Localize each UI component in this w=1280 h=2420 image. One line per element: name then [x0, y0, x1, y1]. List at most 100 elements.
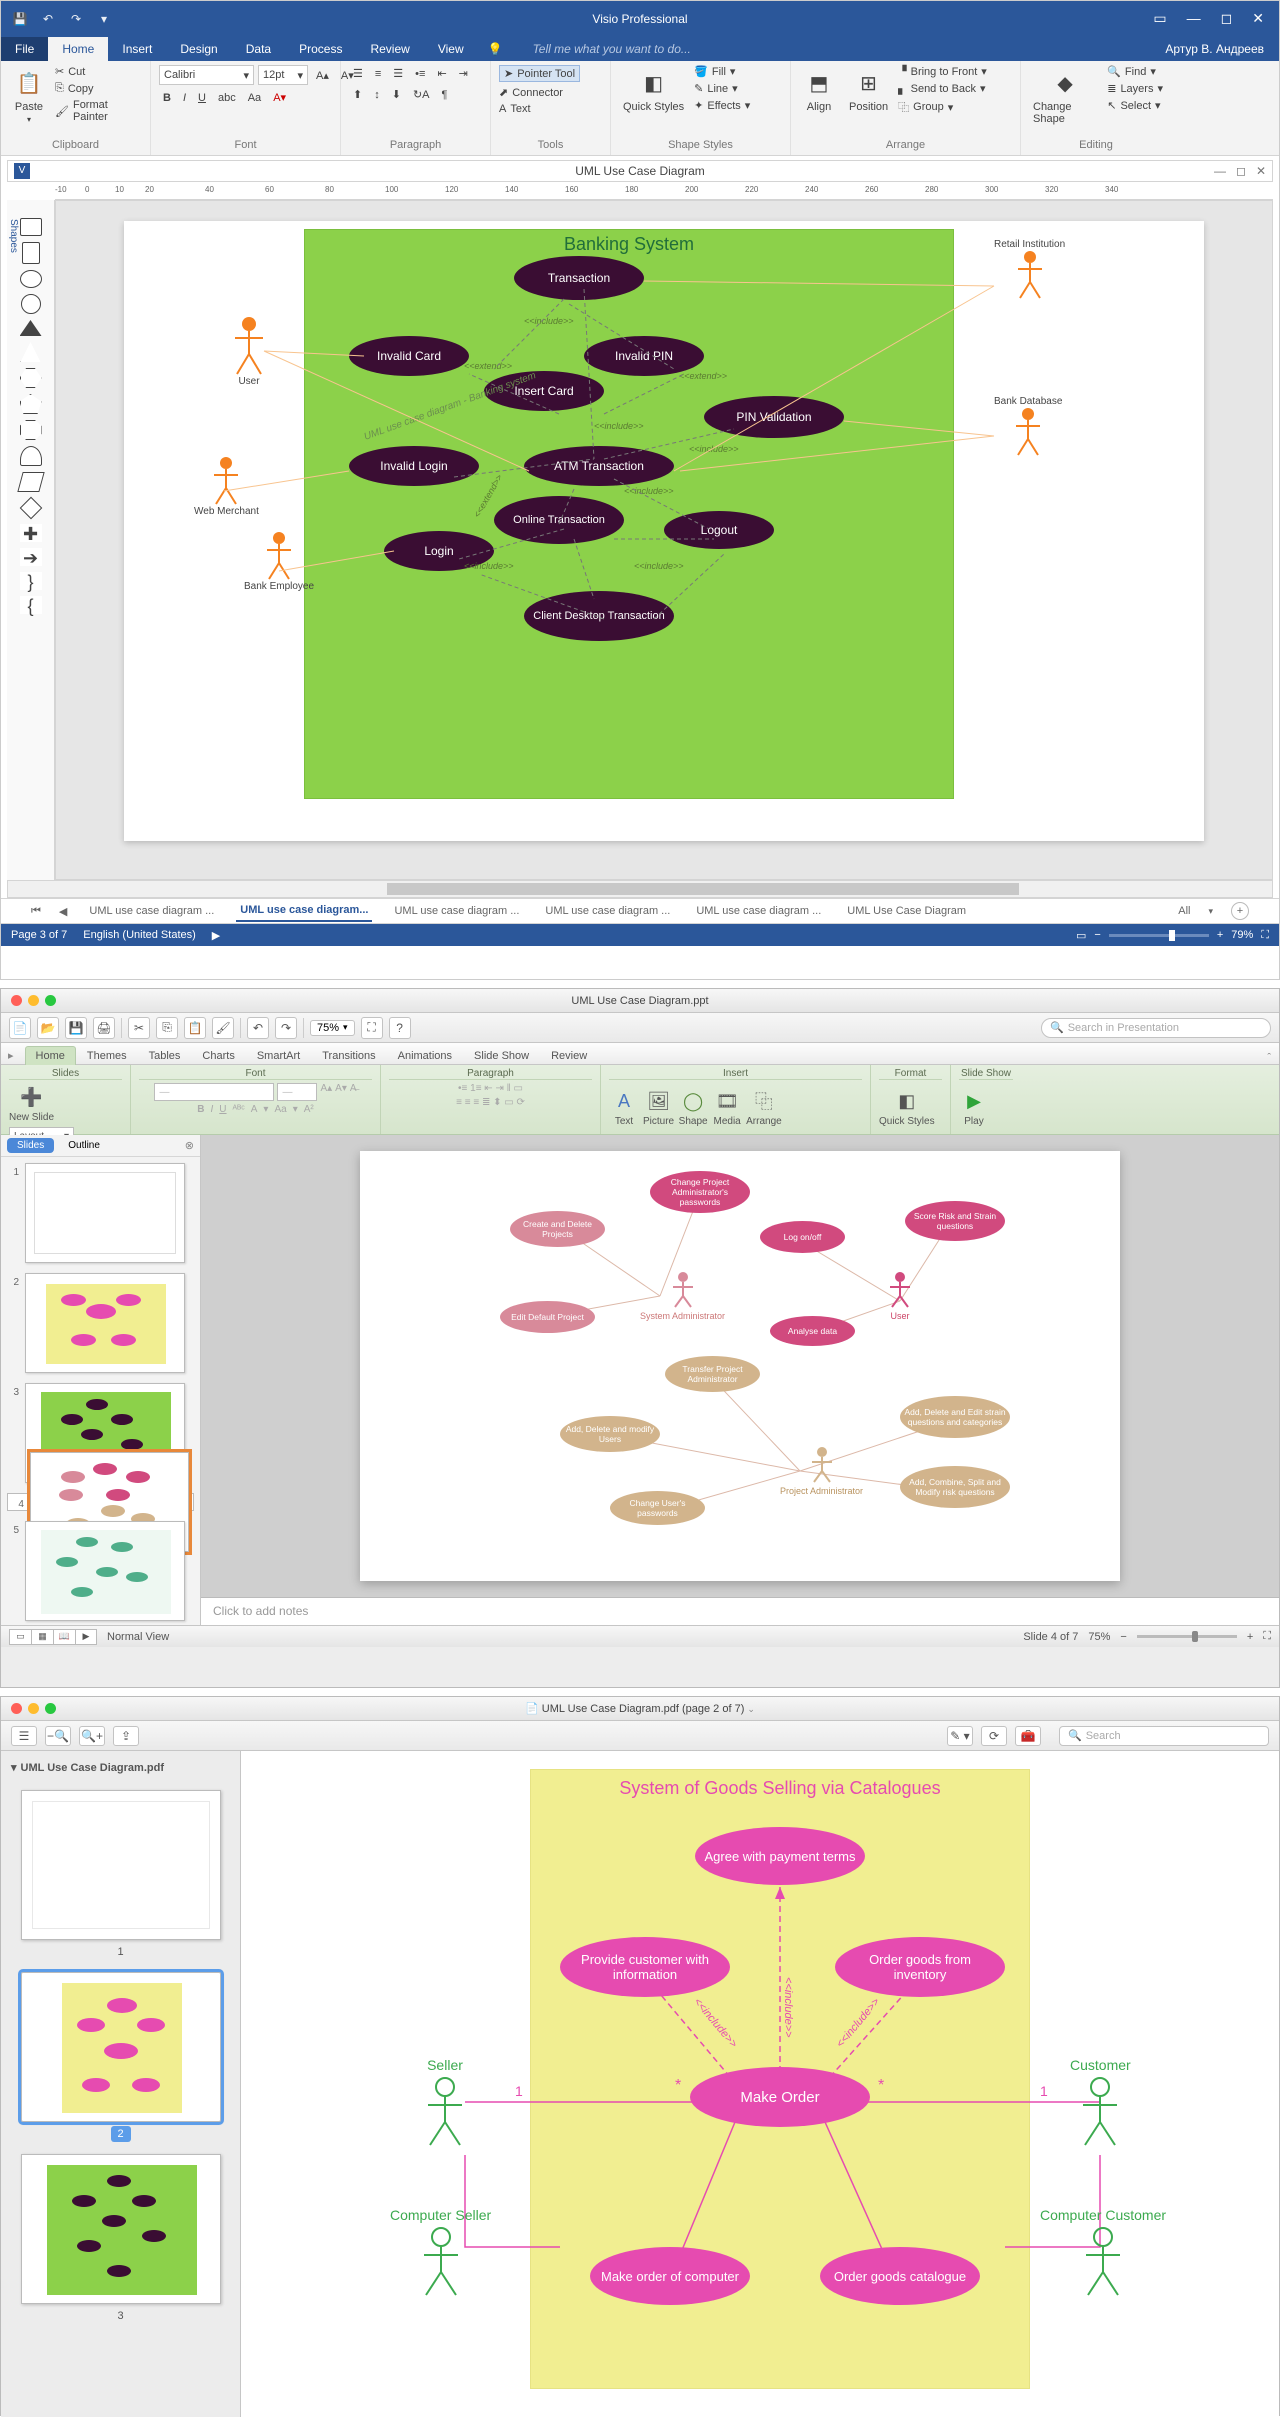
copy-button[interactable]: ⎘ Copy	[55, 82, 142, 95]
shape-hexagon-icon[interactable]	[20, 368, 42, 388]
uc-add-strain[interactable]: Add, Delete and Edit strain questions an…	[900, 1396, 1010, 1438]
page-thumbnail-1[interactable]	[21, 1790, 221, 1940]
page-tab-active[interactable]: UML use case diagram...	[236, 900, 372, 922]
actor-user[interactable]: User	[885, 1271, 915, 1321]
zoom-in-icon[interactable]: 🔍+	[79, 1726, 105, 1746]
line-button[interactable]: ✎ Line ▾	[694, 82, 750, 95]
print-icon[interactable]: 🖨	[93, 1017, 115, 1039]
position-button[interactable]: ⊞Position	[845, 65, 892, 115]
indent-dec-icon[interactable]: ⇤	[433, 65, 450, 82]
close-panel-icon[interactable]: ⊗	[185, 1139, 194, 1152]
tab-process[interactable]: Process	[285, 37, 356, 61]
copy-icon[interactable]: ⎘	[156, 1017, 178, 1039]
slide-thumbnail-5[interactable]: 5	[7, 1521, 194, 1621]
spacing-icon[interactable]: ¶	[438, 87, 452, 103]
bring-front-button[interactable]: ▝ Bring to Front ▾	[898, 65, 987, 78]
underline-button[interactable]: U	[194, 90, 210, 106]
paste-button[interactable]: 📋Paste▾	[9, 65, 49, 126]
uc-change-user-pw[interactable]: Change User's passwords	[610, 1491, 705, 1525]
quick-styles-button[interactable]: ◧Quick Styles	[879, 1087, 935, 1127]
redo-icon[interactable]: ↷	[275, 1017, 297, 1039]
tell-me[interactable]: Tell me what you want to do...	[503, 42, 691, 56]
page-tab[interactable]: UML use case diagram ...	[390, 901, 523, 921]
tab-nav-prev-icon[interactable]: ◀	[59, 905, 67, 918]
text-tool[interactable]: A Text	[499, 103, 580, 115]
actor-sysadmin[interactable]: System Administrator	[640, 1271, 725, 1321]
tab-review[interactable]: Review	[540, 1046, 598, 1065]
user-name[interactable]: Артур В. Андреев	[1165, 42, 1279, 56]
tab-smartart[interactable]: SmartArt	[246, 1046, 311, 1065]
page-thumbnail-3[interactable]	[21, 2154, 221, 2304]
outline-tab[interactable]: Outline	[58, 1138, 110, 1153]
tab-file[interactable]: File	[1, 37, 48, 61]
system-boundary[interactable]: Banking System	[304, 229, 954, 799]
font-size-select[interactable]: 12pt▾	[258, 65, 308, 85]
fit-icon[interactable]: ⛶	[361, 1017, 383, 1039]
shape-brace-icon[interactable]: }	[20, 572, 42, 590]
shapes-tab-label[interactable]: Shapes	[7, 216, 20, 256]
view-reading-icon[interactable]: 📖	[53, 1629, 75, 1645]
view-sorter-icon[interactable]: ▦	[31, 1629, 53, 1645]
ribbon-toggle-icon[interactable]: ▸	[1, 1045, 25, 1065]
shape-circle-icon[interactable]	[21, 294, 41, 314]
slide-canvas[interactable]: Change Project Administrator's passwords…	[360, 1151, 1120, 1581]
tab-transitions[interactable]: Transitions	[311, 1046, 386, 1065]
canvas[interactable]: Banking System Transaction Invalid Card …	[55, 200, 1273, 880]
usecase-pin-validation[interactable]: PIN Validation	[704, 396, 844, 438]
all-tabs[interactable]: All	[1178, 905, 1190, 917]
indent-inc-icon[interactable]: ⇥	[455, 65, 472, 82]
usecase-online-transaction[interactable]: Online Transaction	[494, 496, 624, 544]
arrange-button[interactable]: ⿻Arrange	[746, 1087, 782, 1127]
tab-themes[interactable]: Themes	[76, 1046, 138, 1065]
shape-square-icon[interactable]	[22, 242, 40, 264]
help-icon[interactable]: ?	[389, 1017, 411, 1039]
zoom-level[interactable]: 75%	[1088, 1631, 1110, 1643]
shape-ellipse-icon[interactable]	[20, 270, 42, 288]
shape-arrow-icon[interactable]: ➔	[20, 548, 42, 566]
horizontal-scrollbar[interactable]	[7, 880, 1273, 898]
fill-button[interactable]: 🪣 Fill ▾	[694, 65, 750, 78]
page-thumbnail-2[interactable]	[21, 1972, 221, 2122]
font-name-select[interactable]: Calibri▾	[159, 65, 254, 85]
insert-text-button[interactable]: AText	[609, 1087, 639, 1127]
tab-home[interactable]: Home	[48, 37, 108, 61]
uc-add-risk[interactable]: Add, Combine, Split and Modify risk ques…	[900, 1466, 1010, 1508]
fit-icon[interactable]: ⛶	[1263, 1630, 1271, 1643]
select-button[interactable]: ↖ Select ▾	[1107, 99, 1163, 112]
shape-pentagon-icon[interactable]	[20, 394, 42, 414]
sidebar-toggle-icon[interactable]: ☰	[11, 1726, 37, 1746]
usecase-invalid-card[interactable]: Invalid Card	[349, 336, 469, 376]
uc-log-onoff[interactable]: Log on/off	[760, 1221, 845, 1253]
drawing-page[interactable]: Banking System Transaction Invalid Card …	[124, 221, 1204, 841]
usecase-invalid-pin[interactable]: Invalid PIN	[584, 336, 704, 376]
shape-rect-icon[interactable]	[20, 218, 42, 236]
add-page-button[interactable]: +	[1231, 902, 1249, 920]
format-painter-button[interactable]: 🖌 Format Painter	[55, 99, 142, 123]
view-slideshow-icon[interactable]: ▶	[75, 1629, 97, 1645]
shape-triangle-icon[interactable]	[20, 320, 42, 336]
bullets-icon[interactable]: •≡	[411, 66, 429, 82]
font-color-button[interactable]: A▾	[269, 89, 290, 106]
format-painter-icon[interactable]: 🖌	[212, 1017, 234, 1039]
play-button[interactable]: ▶Play	[959, 1087, 989, 1127]
uc-add-users[interactable]: Add, Delete and modify Users	[560, 1416, 660, 1452]
sub-maximize-icon[interactable]: ◻	[1236, 164, 1246, 178]
tab-tables[interactable]: Tables	[138, 1046, 192, 1065]
usecase-logout[interactable]: Logout	[664, 511, 774, 549]
shape-rtriangle-icon[interactable]	[21, 342, 41, 362]
zoom-select[interactable]: 75% ▾	[310, 1020, 355, 1036]
find-button[interactable]: 🔍 Find ▾	[1107, 65, 1163, 78]
tab-slideshow[interactable]: Slide Show	[463, 1046, 540, 1065]
shape-can-icon[interactable]	[20, 446, 42, 466]
pdf-search-input[interactable]: 🔍 Search	[1059, 1726, 1269, 1746]
uc-score-risk[interactable]: Score Risk and Strain questions	[905, 1201, 1005, 1241]
valign-bot-icon[interactable]: ⬇	[388, 86, 405, 103]
open-icon[interactable]: 📂	[37, 1017, 59, 1039]
text-case-button[interactable]: Aa	[244, 90, 265, 106]
actor-user[interactable]: User	[229, 316, 269, 387]
valign-mid-icon[interactable]: ↕	[370, 87, 384, 103]
valign-top-icon[interactable]: ⬆	[349, 86, 366, 103]
change-shape-button[interactable]: ◆Change Shape	[1029, 65, 1101, 127]
share-icon[interactable]: ⇪	[113, 1726, 139, 1746]
insert-picture-button[interactable]: 🖼Picture	[643, 1087, 674, 1127]
